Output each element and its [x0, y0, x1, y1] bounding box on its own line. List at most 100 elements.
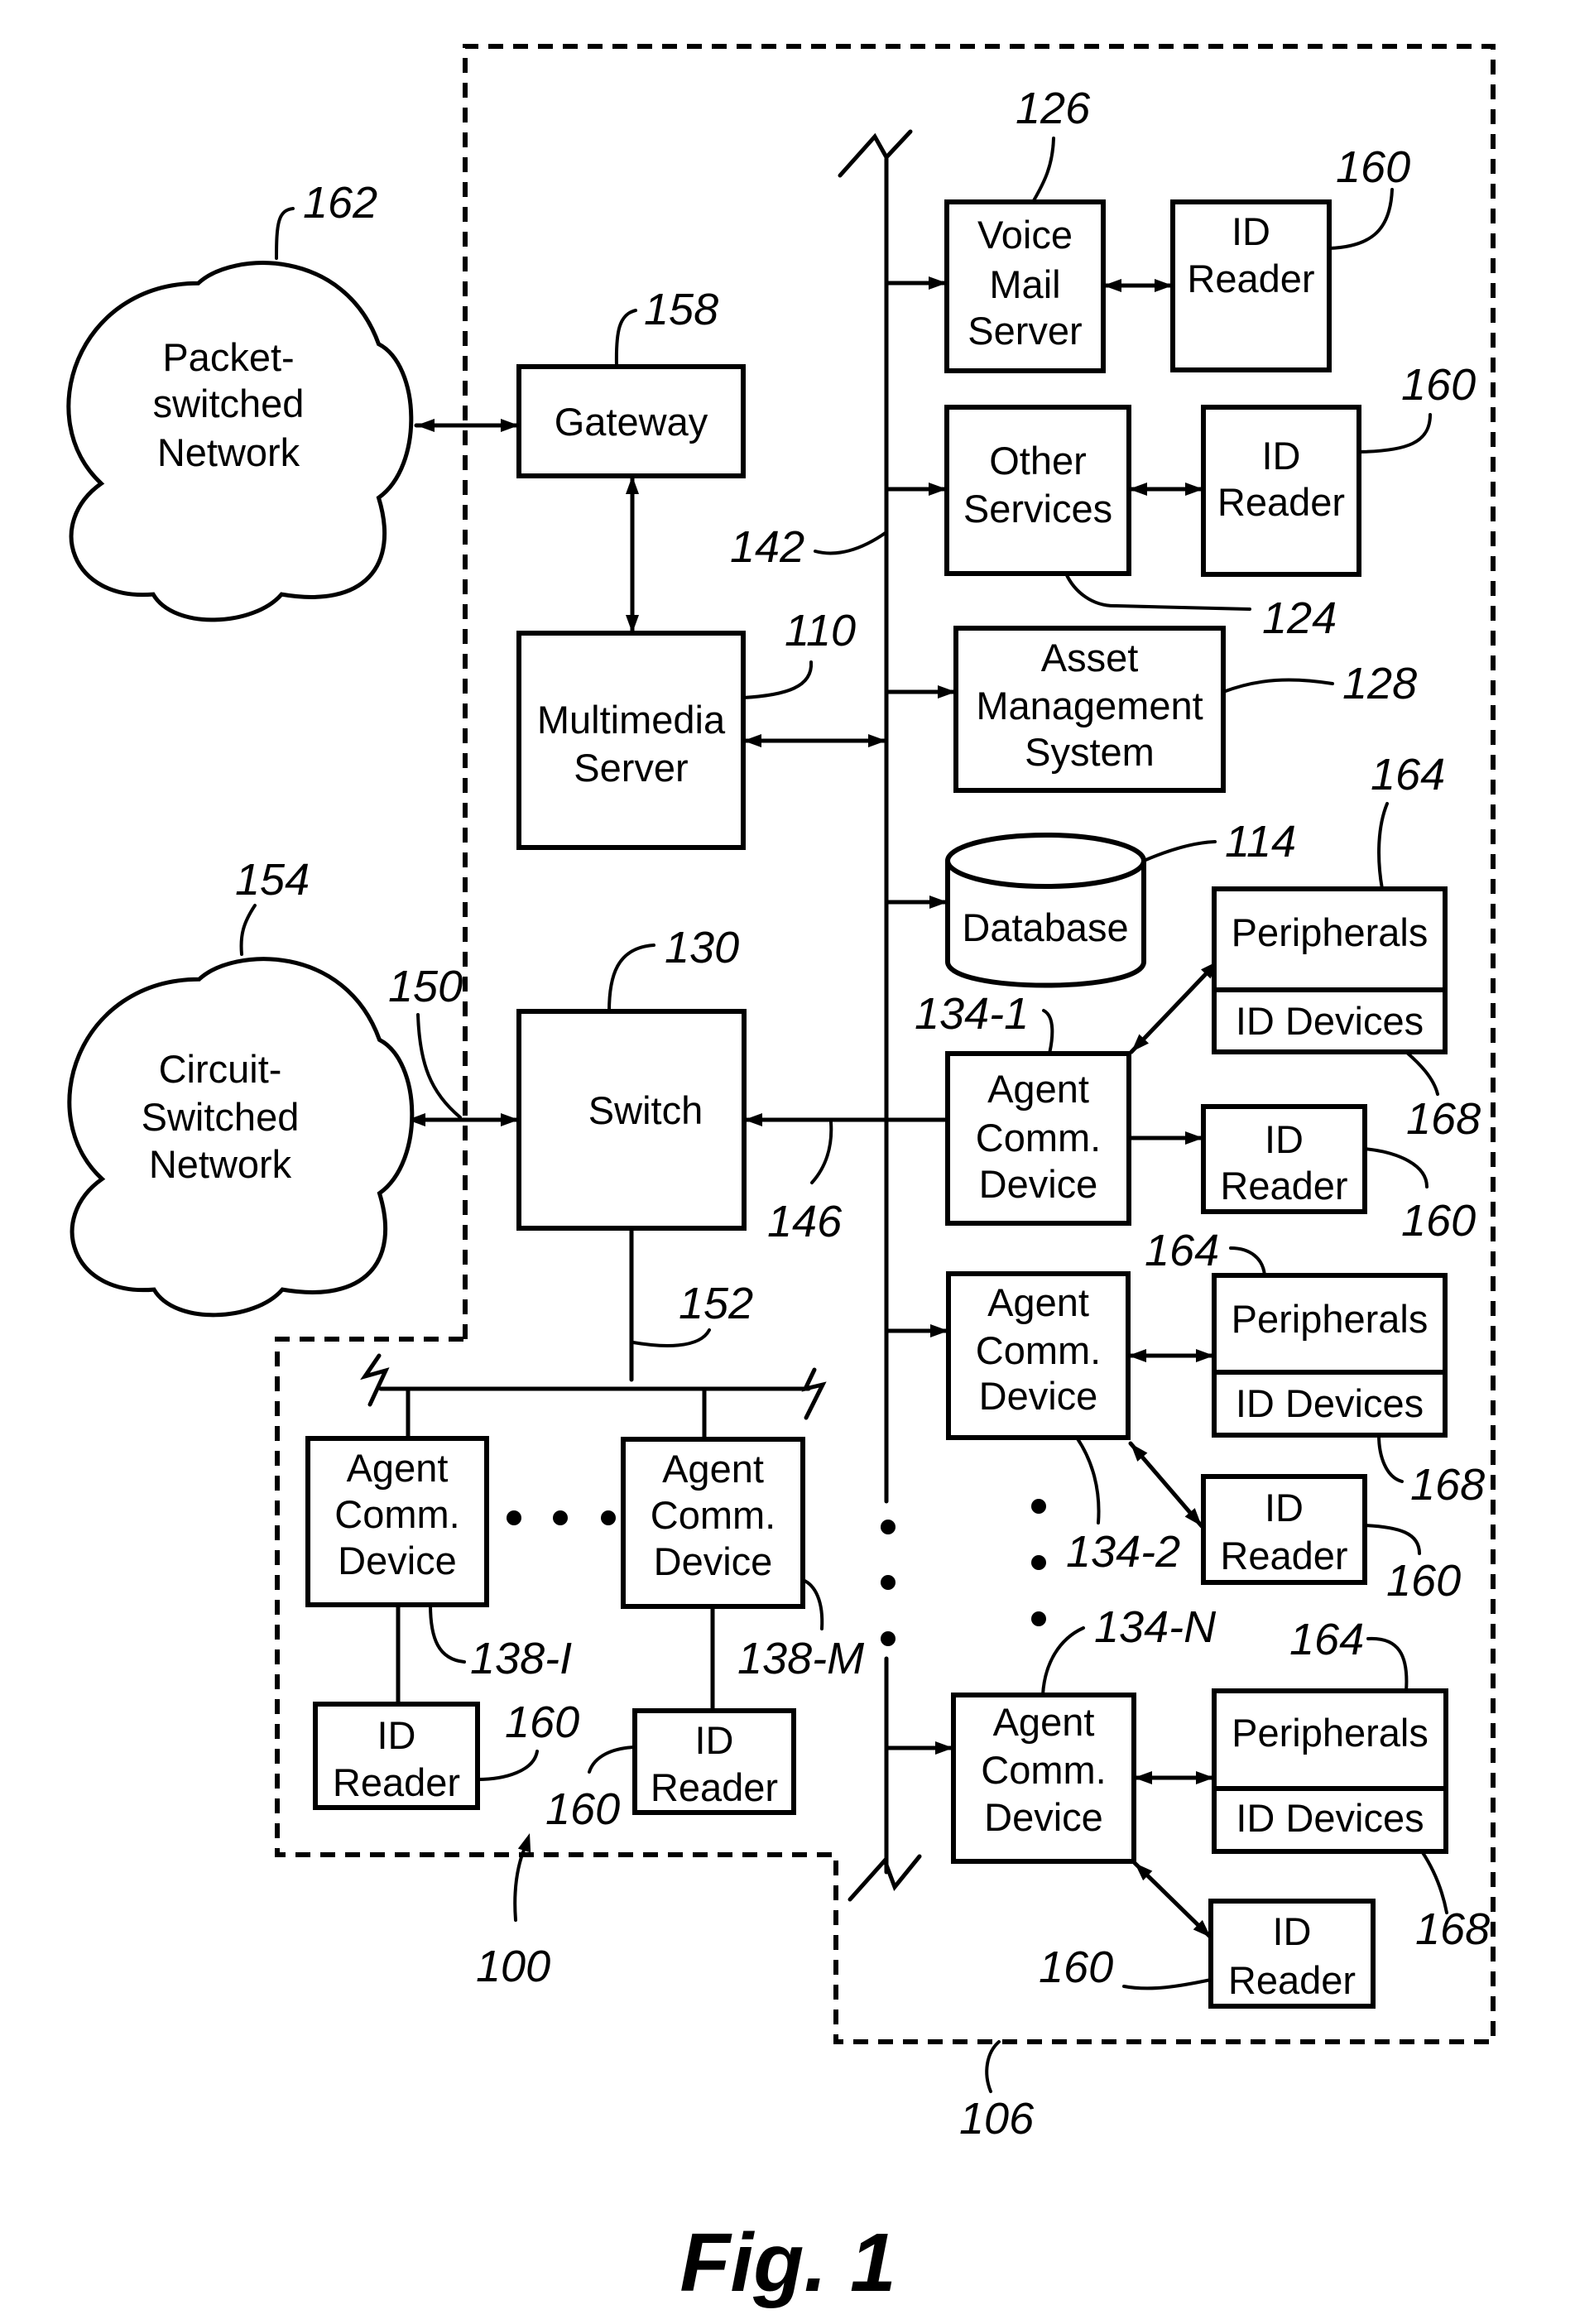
ellipsis-dot [881, 1520, 896, 1534]
ref-numeral-160: 160 [1401, 360, 1476, 410]
id-reader-134-n-label: Reader [1228, 1958, 1356, 2002]
asset-management-label: Asset [1041, 636, 1139, 679]
id-reader-138-m-label: ID [695, 1718, 734, 1762]
ref-numeral-146-leader [810, 1121, 833, 1184]
ref-numeral-160-leader [588, 1745, 636, 1774]
ref-numeral-164: 164 [1289, 1615, 1364, 1664]
ref-numeral-134-2-leader [1075, 1436, 1101, 1525]
voice-mail-server-label: Mail [989, 262, 1060, 306]
ref-numeral-160: 160 [1336, 142, 1410, 192]
ref-numeral-150: 150 [388, 962, 463, 1011]
agent-134-n-label: Device [984, 1795, 1103, 1839]
circuit-cloud-label: Circuit- [159, 1047, 282, 1091]
ellipsis-dot [1031, 1611, 1046, 1626]
ref-numeral-128-leader [1222, 678, 1334, 694]
ref-numeral-110-leader [742, 660, 814, 699]
bus-break-top-icon [838, 129, 913, 178]
arrowhead-icon [929, 483, 947, 496]
arrowhead-icon [1196, 1771, 1214, 1784]
ref-numeral-162-leader [275, 207, 295, 260]
id-reader-138-m-label: Reader [651, 1765, 778, 1809]
peripherals-n-label: Peripherals [1232, 1711, 1429, 1755]
ellipsis-dot [881, 1631, 896, 1646]
ellipsis-dot [1031, 1499, 1046, 1514]
packet-cloud-label: Packet- [162, 335, 294, 379]
arrowhead-icon [930, 1324, 948, 1337]
ref-numeral-164: 164 [1145, 1226, 1219, 1275]
ref-numeral-164-leader [1366, 1636, 1409, 1693]
ellipsis-dot [601, 1510, 616, 1525]
ref-numeral-160-leader [1363, 1524, 1421, 1555]
ref-numeral-158-leader [614, 309, 637, 368]
arrowhead-icon [929, 896, 948, 909]
id-reader-134-1-label: Reader [1220, 1164, 1347, 1208]
ref-numeral-164: 164 [1371, 750, 1445, 799]
id-devices-1-label: ID Devices [1236, 999, 1424, 1043]
switch-label: Switch [588, 1088, 703, 1132]
ellipsis-dot [553, 1510, 568, 1525]
peripherals-2-label: Peripherals [1232, 1297, 1429, 1341]
ref-numeral-158: 158 [644, 285, 718, 334]
ref-numeral-160-leader [1363, 1147, 1429, 1188]
ref-numeral-160-leader [476, 1750, 539, 1781]
ref-numeral-106: 106 [959, 2094, 1035, 2144]
figure-caption: Fig. 1 [679, 2216, 896, 2309]
ref-numeral-130-leader [607, 944, 655, 1013]
id-reader-134-n-label: ID [1273, 1909, 1312, 1953]
arrowhead-icon [1196, 1349, 1214, 1362]
arrowhead-icon [744, 1113, 762, 1126]
agent-138-i-label: Device [338, 1539, 457, 1582]
database-label: Database [962, 905, 1128, 949]
ref-numeral-134-N-leader [1041, 1626, 1085, 1697]
ref-numeral-160: 160 [1401, 1196, 1476, 1246]
ref-numeral-114-leader [1142, 840, 1217, 862]
circuit-cloud-label: Switched [142, 1095, 300, 1139]
arrowhead-icon [1128, 1349, 1146, 1362]
arrowhead-icon [743, 734, 761, 747]
ref-numeral-164-leader [1229, 1246, 1266, 1277]
asset-management-label: System [1025, 730, 1155, 774]
arrowhead-icon [1185, 483, 1203, 496]
id-devices-2-label: ID Devices [1236, 1381, 1424, 1425]
ref-numeral-106-leader [985, 2040, 1001, 2093]
ref-numeral-160-leader [1357, 413, 1432, 454]
ref-numeral-142-leader [814, 531, 888, 555]
ref-numeral-152-leader [631, 1328, 711, 1347]
id-reader-138-i-label: Reader [333, 1760, 460, 1804]
database-cylinder-top [945, 833, 1146, 889]
ref-numeral-160-leader [1328, 188, 1394, 250]
ref-numeral-160: 160 [545, 1784, 620, 1834]
asset-management-label: Management [976, 684, 1203, 727]
id-reader-other-services-label: ID [1262, 434, 1301, 478]
ref-numeral-150-leader [416, 1013, 462, 1119]
ref-numeral-164-leader [1377, 802, 1389, 891]
agent-138-i-label: Comm. [334, 1492, 459, 1536]
voice-mail-server-label: Voice [977, 213, 1073, 257]
other-services-label: Services [963, 487, 1112, 531]
agent-134-2-label: Agent [987, 1280, 1089, 1324]
packet-cloud-label: Network [157, 430, 300, 474]
agent-138-m-label: Device [654, 1539, 773, 1583]
multimedia-server-label: Server [574, 746, 688, 790]
agent-134-n-label: Agent [993, 1700, 1095, 1744]
arrowhead-icon [1134, 1771, 1152, 1784]
arrowhead-icon [626, 476, 639, 494]
multimedia-server-label: Multimedia [537, 698, 726, 742]
id-reader-voice-mail-label: Reader [1187, 257, 1314, 300]
arrowhead-icon [501, 1113, 519, 1126]
ellipsis-dot [507, 1510, 521, 1525]
id-reader-134-1-label: ID [1265, 1117, 1304, 1161]
ref-numeral-142: 142 [730, 522, 804, 572]
agent-134-n-label: Comm. [981, 1748, 1106, 1792]
arrowhead-icon [1103, 279, 1121, 292]
ref-numeral-100: 100 [476, 1942, 550, 1991]
arrowhead-icon [501, 419, 519, 432]
ref-numeral-168: 168 [1406, 1094, 1481, 1144]
ref-numeral-110: 110 [785, 606, 856, 655]
ref-numeral-130: 130 [665, 923, 739, 972]
agent-bus-break-left-icon [360, 1353, 390, 1407]
voice-mail-server-label: Server [968, 309, 1082, 353]
ref-numeral-146: 146 [767, 1197, 843, 1246]
id-reader-138-i-label: ID [377, 1713, 416, 1757]
arrowhead-icon [1129, 483, 1147, 496]
